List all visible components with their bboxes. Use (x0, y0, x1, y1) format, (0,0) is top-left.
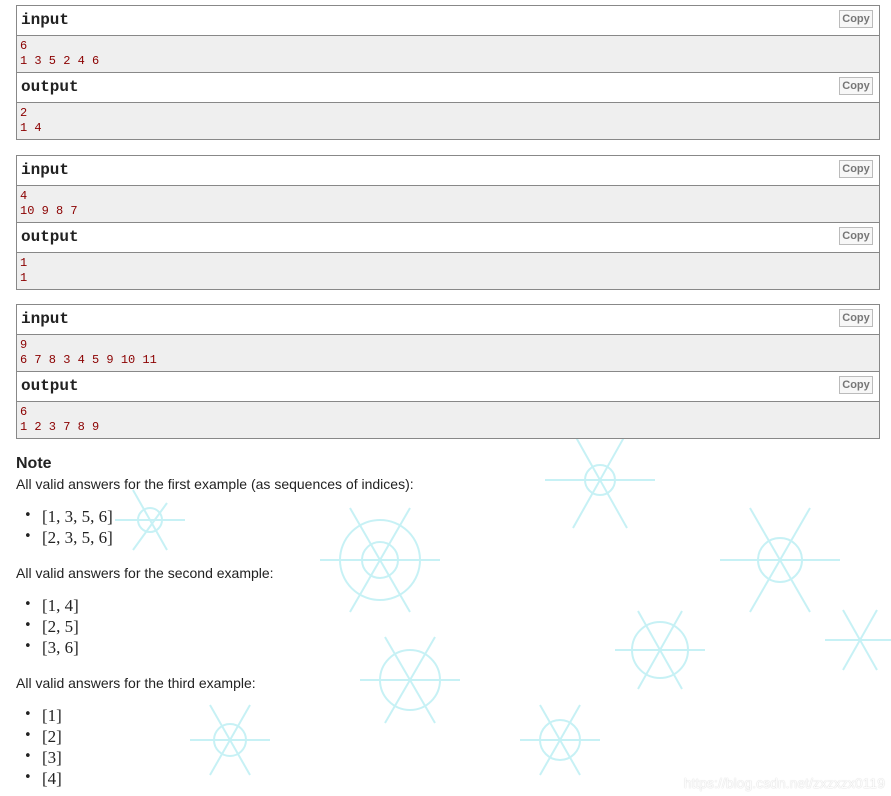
note-intro-2: All valid answers for the second example… (16, 565, 274, 581)
input-title: input (21, 310, 70, 328)
input-block: 9 6 7 8 3 4 5 9 10 11 (17, 335, 879, 371)
output-title: output (21, 377, 79, 395)
output-header: output Copy (17, 72, 879, 103)
input-line: 9 (20, 338, 28, 352)
input-header: input Copy (17, 6, 879, 36)
list-item: [2] (24, 727, 62, 748)
list-item: [1, 4] (24, 596, 79, 617)
output-line: 1 4 (20, 121, 42, 135)
input-line: 1 3 5 2 4 6 (20, 54, 100, 68)
list-item: [3, 6] (24, 638, 79, 659)
answer-list-1: [1, 3, 5, 6] [2, 3, 5, 6] (24, 507, 113, 549)
input-line: 6 (20, 39, 28, 53)
output-block: 1 1 (17, 253, 879, 289)
sample-test-2: input Copy 4 10 9 8 7 output Copy 1 1 (16, 155, 880, 290)
list-item: [1] (24, 706, 62, 727)
watermark: https://blog.csdn.net/zxzxzx0119 (683, 775, 885, 791)
input-block: 4 10 9 8 7 (17, 186, 879, 222)
input-line: 10 9 8 7 (20, 204, 78, 218)
output-line: 1 2 3 7 8 9 (20, 420, 100, 434)
copy-button[interactable]: Copy (839, 309, 873, 327)
output-block: 6 1 2 3 7 8 9 (17, 402, 879, 438)
output-header: output Copy (17, 222, 879, 253)
sample-test-3: input Copy 9 6 7 8 3 4 5 9 10 11 output … (16, 304, 880, 439)
input-header: input Copy (17, 156, 879, 186)
output-title: output (21, 78, 79, 96)
input-header: input Copy (17, 305, 879, 335)
input-line: 4 (20, 189, 28, 203)
answer-list-2: [1, 4] [2, 5] [3, 6] (24, 596, 79, 659)
input-line: 6 7 8 3 4 5 9 10 11 (20, 353, 157, 367)
output-header: output Copy (17, 371, 879, 402)
list-item: [3] (24, 748, 62, 769)
copy-button[interactable]: Copy (839, 227, 873, 245)
input-block: 6 1 3 5 2 4 6 (17, 36, 879, 72)
output-line: 1 (20, 256, 28, 270)
output-title: output (21, 228, 79, 246)
copy-button[interactable]: Copy (839, 77, 873, 95)
problem-examples: input Copy 6 1 3 5 2 4 6 output Copy 2 1… (0, 0, 891, 796)
input-title: input (21, 161, 70, 179)
note-intro-1: All valid answers for the first example … (16, 476, 414, 492)
note-title: Note (16, 455, 52, 472)
copy-button[interactable]: Copy (839, 376, 873, 394)
output-line: 1 (20, 271, 28, 285)
list-item: [2, 5] (24, 617, 79, 638)
output-block: 2 1 4 (17, 103, 879, 139)
output-line: 2 (20, 106, 28, 120)
copy-button[interactable]: Copy (839, 10, 873, 28)
answer-list-3: [1] [2] [3] [4] (24, 706, 62, 790)
output-line: 6 (20, 405, 28, 419)
copy-button[interactable]: Copy (839, 160, 873, 178)
note-intro-3: All valid answers for the third example: (16, 675, 256, 691)
sample-test-1: input Copy 6 1 3 5 2 4 6 output Copy 2 1… (16, 5, 880, 140)
list-item: [1, 3, 5, 6] (24, 507, 113, 528)
input-title: input (21, 11, 70, 29)
list-item: [4] (24, 769, 62, 790)
list-item: [2, 3, 5, 6] (24, 528, 113, 549)
